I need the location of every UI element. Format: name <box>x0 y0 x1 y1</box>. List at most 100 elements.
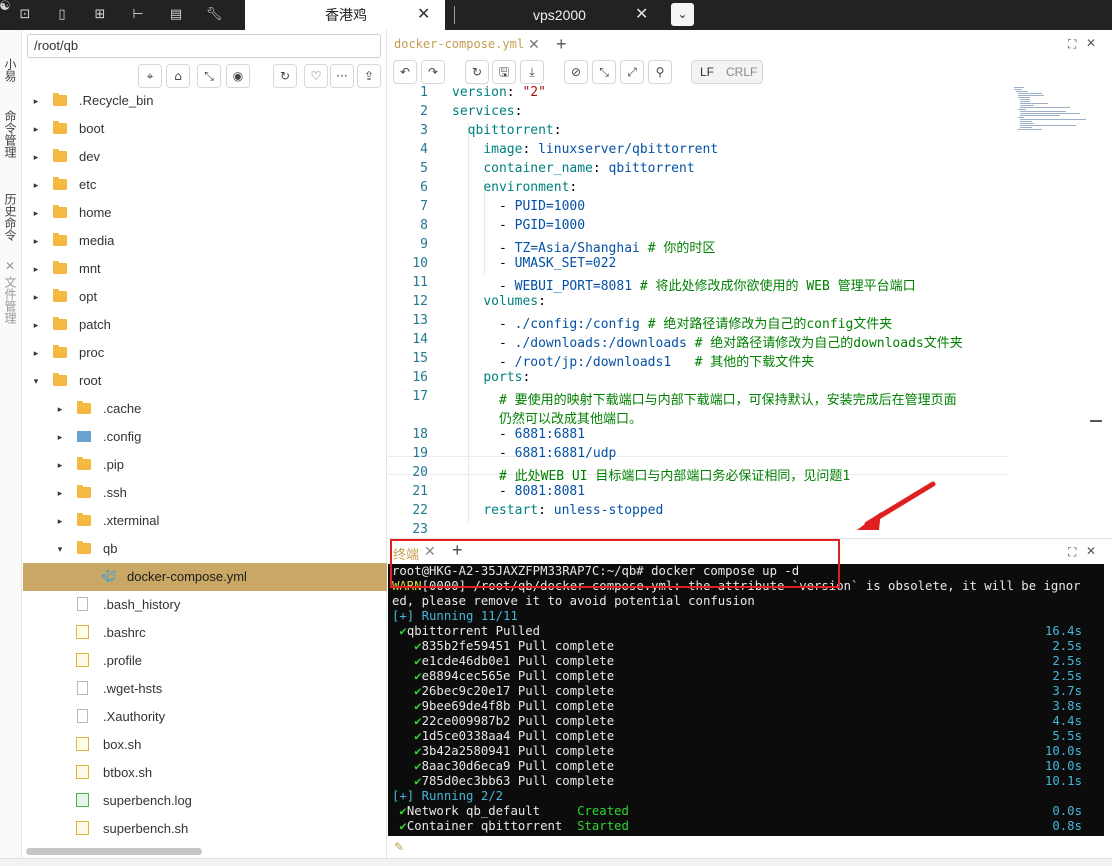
close-icon[interactable]: ✕ <box>1086 36 1096 50</box>
maximize-icon[interactable]: ⛶ <box>1068 37 1076 52</box>
file-tree-row[interactable]: .profile <box>23 647 387 675</box>
sidebar-item-files[interactable]: 文件管理 <box>3 276 19 324</box>
refresh-button[interactable]: ↻ <box>273 64 297 88</box>
code-line[interactable]: services: <box>452 104 522 119</box>
code-line[interactable]: - UMASK_SET=022 <box>452 256 616 271</box>
file-tree-row[interactable]: ▾ qb <box>23 535 387 563</box>
file-tree-row[interactable]: ▸ .config <box>23 423 387 451</box>
file-tree-row[interactable]: ▸ mnt <box>23 255 387 283</box>
code-line[interactable]: container_name: qbittorrent <box>452 161 694 176</box>
file-icon[interactable]: ▯ <box>53 6 71 24</box>
code-line[interactable]: - 6881:6881/udp <box>452 446 616 461</box>
file-tree-row[interactable]: ▸ .xterminal <box>23 507 387 535</box>
chevron-right-icon[interactable]: ▸ <box>31 199 41 227</box>
home-button[interactable]: ⌂ <box>166 64 190 88</box>
locate-button[interactable]: ⌖ <box>138 64 162 88</box>
sidebar-item-history[interactable]: 历史命令 <box>3 193 19 241</box>
code-line[interactable]: - /root/jp:/downloads1 # 其他的下载文件夹 <box>452 351 814 370</box>
chevron-right-icon[interactable]: ▸ <box>31 339 41 367</box>
file-tree-row[interactable]: superbench.sh <box>23 815 387 843</box>
chevron-down-icon[interactable]: ▾ <box>55 535 65 563</box>
close-icon[interactable]: ✕ <box>528 36 540 53</box>
code-line[interactable]: - ./downloads:/downloads # 绝对路径请修改为自己的do… <box>452 332 963 351</box>
terminal-icon[interactable]: ⊡ <box>16 6 34 24</box>
grid-icon[interactable]: ⊞ <box>91 6 109 24</box>
code-line[interactable]: - PGID=1000 <box>452 218 585 233</box>
code-line[interactable]: 仍然可以改成其他端口。 <box>452 408 642 427</box>
file-tree-row[interactable]: superbench.log <box>23 787 387 815</box>
code-line[interactable]: - TZ=Asia/Shanghai # 你的时区 <box>452 237 715 256</box>
sidebar-item-xiaoyi[interactable]: 小易 <box>3 58 19 82</box>
file-tree-row[interactable]: ▸ patch <box>23 311 387 339</box>
file-tree-row[interactable]: ▸ proc <box>23 339 387 367</box>
file-tree-row[interactable]: ▾ root <box>23 367 387 395</box>
chevron-right-icon[interactable]: ▸ <box>55 395 65 423</box>
chevron-down-icon[interactable]: ▾ <box>31 367 41 395</box>
code-line[interactable]: qbittorrent: <box>452 123 562 138</box>
tab-hk-server[interactable]: 香港鸡 ✕ <box>245 0 445 30</box>
undo-button[interactable]: ↶ <box>393 60 417 84</box>
close-icon[interactable]: ✕ <box>417 0 430 30</box>
file-tree-row[interactable]: .bashrc <box>23 619 387 647</box>
lf-option[interactable]: LF <box>700 61 714 83</box>
chevron-right-icon[interactable]: ▸ <box>55 451 65 479</box>
maximize-icon[interactable]: ⛶ <box>1068 545 1076 560</box>
code-line[interactable]: - WEBUI_PORT=8081 # 将此处修改成你欲使用的 WEB 管理平台… <box>452 275 916 294</box>
code-line[interactable]: version: "2" <box>452 85 546 100</box>
file-tree-row[interactable]: ▸ .pip <box>23 451 387 479</box>
code-line[interactable]: volumes: <box>452 294 546 309</box>
wrench-icon[interactable]: 🔧︎ <box>205 6 223 24</box>
chevron-right-icon[interactable]: ▸ <box>31 227 41 255</box>
code-line[interactable]: - ./config:/config # 绝对路径请修改为自己的config文件… <box>452 313 892 332</box>
close-icon[interactable]: ✕ <box>1086 544 1096 558</box>
search-button[interactable]: ⚲ <box>648 60 672 84</box>
line-ending-toggle[interactable]: LF CRLF <box>691 60 763 84</box>
code-area[interactable]: 1 version: "2" 2 services: 3 qbittorrent: 4 i… <box>388 85 1008 535</box>
minimap[interactable] <box>1014 85 1094 145</box>
code-line[interactable]: - 8081:8081 <box>452 484 585 499</box>
collapse-button[interactable]: ⤡ <box>592 60 616 84</box>
chevron-right-icon[interactable]: ▸ <box>31 143 41 171</box>
chevron-right-icon[interactable]: ▸ <box>55 479 65 507</box>
file-tree-row[interactable]: .wget-hsts <box>23 675 387 703</box>
file-tree-row[interactable]: ▸ opt <box>23 283 387 311</box>
tree-icon[interactable]: ⊢ <box>129 6 147 24</box>
file-tree-row[interactable]: box.sh <box>23 731 387 759</box>
file-tree-row[interactable]: ▸ .cache <box>23 395 387 423</box>
file-tree-row[interactable]: ▸ .ssh <box>23 479 387 507</box>
close-icon[interactable]: ✕ <box>635 0 648 30</box>
code-line[interactable]: restart: unless-stopped <box>452 503 663 518</box>
edit-icon[interactable]: ✎ <box>394 840 404 854</box>
sidebar-item-commands[interactable]: 命令管理 <box>3 110 19 158</box>
more-button[interactable]: ··· <box>330 64 354 88</box>
file-tree-row[interactable]: 🐳︎ docker-compose.yml <box>23 563 387 591</box>
save-button[interactable]: 🖫 <box>492 60 516 84</box>
chevron-right-icon[interactable]: ▸ <box>31 171 41 199</box>
tab-vps2000[interactable]: vps2000 ✕ <box>462 0 692 30</box>
upload-button[interactable]: ⇪ <box>357 64 381 88</box>
close-icon[interactable]: ✕ <box>5 259 21 273</box>
favorite-button[interactable]: ♡ <box>304 64 328 88</box>
path-input[interactable]: /root/qb <box>27 34 381 58</box>
chevron-right-icon[interactable]: ▸ <box>31 115 41 143</box>
crlf-option[interactable]: CRLF <box>726 61 757 83</box>
disable-button[interactable]: ⊘ <box>564 60 588 84</box>
chevron-right-icon[interactable]: ▸ <box>55 423 65 451</box>
chevron-right-icon[interactable]: ▸ <box>31 283 41 311</box>
code-line[interactable]: # 此处WEB UI 目标端口与内部端口务必保证相同，见问题1 <box>452 465 850 484</box>
chevron-right-icon[interactable]: ▸ <box>31 87 41 115</box>
code-line[interactable]: ports: <box>452 370 530 385</box>
code-line[interactable]: environment: <box>452 180 577 195</box>
download-button[interactable]: ⤓ <box>520 60 544 84</box>
file-tree-row[interactable]: ▸ boot <box>23 115 387 143</box>
file-tree-row[interactable]: .Xauthority <box>23 703 387 731</box>
collapse-button[interactable]: ⤡ <box>197 64 221 88</box>
chevron-right-icon[interactable]: ▸ <box>55 507 65 535</box>
code-line[interactable]: # 要使用的映射下载端口与内部下载端口，可保持默认，安装完成后在管理页面 <box>452 389 957 408</box>
file-tree-row[interactable]: ▸ .Recycle_bin <box>23 87 387 115</box>
reload-button[interactable]: ↻ <box>465 60 489 84</box>
code-line[interactable]: - PUID=1000 <box>452 199 585 214</box>
code-line[interactable]: - 6881:6881 <box>452 427 585 442</box>
file-tree-row[interactable]: ▸ home <box>23 199 387 227</box>
file-tree-row[interactable]: btbox.sh <box>23 759 387 787</box>
